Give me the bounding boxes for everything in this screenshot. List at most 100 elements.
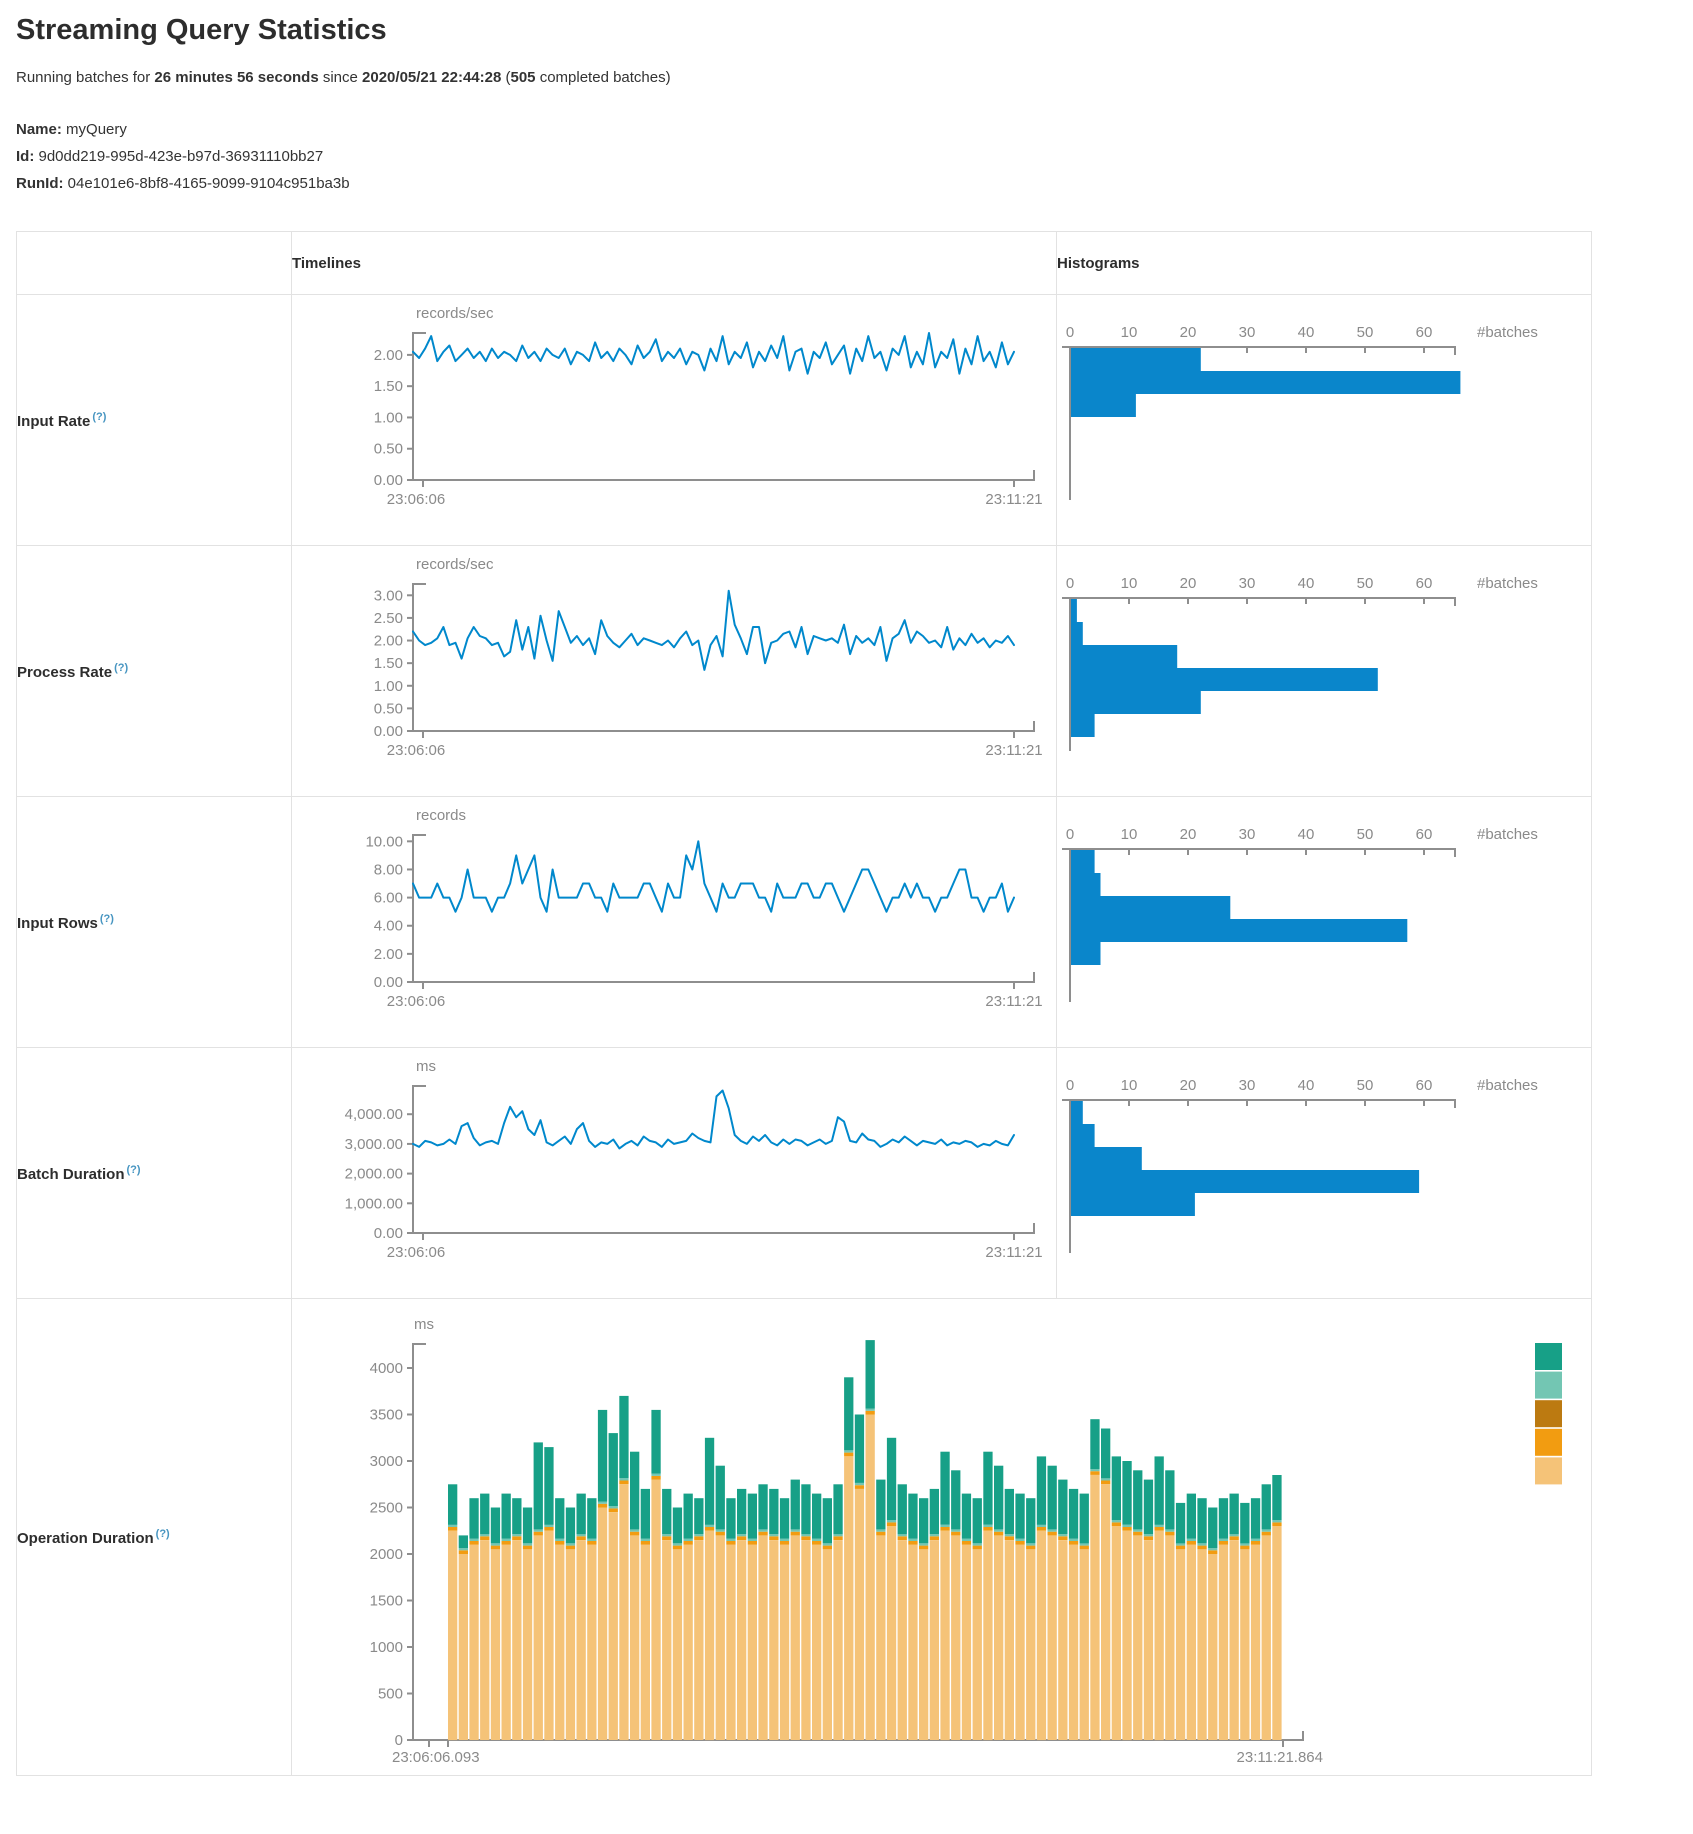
svg-text:23:11:21: 23:11:21 [985, 1244, 1042, 1261]
svg-text:30: 30 [1239, 1077, 1256, 1094]
svg-text:ms: ms [416, 1058, 436, 1075]
process-rate-histogram-chart: 0102030405060#batches [1057, 546, 1591, 796]
svg-text:0: 0 [1066, 324, 1074, 341]
svg-text:3,000.00: 3,000.00 [345, 1136, 403, 1153]
row-label-batch-duration: Batch Duration(?) [17, 1048, 292, 1299]
svg-text:2.00: 2.00 [374, 633, 403, 650]
svg-text:#batches: #batches [1477, 1077, 1538, 1094]
svg-text:23:06:06: 23:06:06 [387, 491, 445, 508]
batch-duration-histogram-cell: 0102030405060#batches [1057, 1048, 1592, 1299]
query-id-value: 9d0dd219-995d-423e-b97d-36931110bb27 [39, 148, 324, 165]
svg-text:1,000.00: 1,000.00 [345, 1195, 403, 1212]
svg-text:2,000.00: 2,000.00 [345, 1166, 403, 1183]
svg-text:0.00: 0.00 [374, 1225, 403, 1242]
svg-text:4.00: 4.00 [374, 918, 403, 935]
statistics-table: Timelines Histograms Input Rate(?) recor… [16, 231, 1592, 1776]
svg-text:23:06:06: 23:06:06 [387, 993, 445, 1010]
summary-batch-count: 505 [511, 69, 536, 86]
svg-text:3.00: 3.00 [374, 587, 403, 604]
running-summary: Running batches for 26 minutes 56 second… [16, 69, 1693, 86]
svg-text:20: 20 [1180, 1077, 1197, 1094]
svg-text:1500: 1500 [370, 1593, 403, 1610]
svg-text:10: 10 [1121, 826, 1138, 843]
svg-text:23:11:21.864: 23:11:21.864 [1237, 1749, 1323, 1766]
svg-text:23:11:21: 23:11:21 [985, 742, 1042, 759]
operation-duration-help-icon[interactable]: (?) [156, 1528, 170, 1540]
svg-text:2000: 2000 [370, 1546, 403, 1563]
summary-prefix: Running batches for [16, 69, 154, 86]
table-row-operation-duration: Operation Duration(?) ms0500100015002000… [17, 1299, 1592, 1776]
input-rate-histogram-chart: 0102030405060#batches [1057, 295, 1591, 545]
process-rate-help-icon[interactable]: (?) [114, 662, 128, 674]
svg-text:6.00: 6.00 [374, 890, 403, 907]
input-rows-histogram-chart: 0102030405060#batches [1057, 797, 1591, 1047]
table-header-row: Timelines Histograms [17, 232, 1592, 295]
svg-text:0: 0 [395, 1732, 403, 1749]
svg-text:50: 50 [1357, 575, 1374, 592]
table-row-batch-duration: Batch Duration(?) ms 4,000.00 3,000.00 2,00… [17, 1048, 1592, 1299]
row-label-input-rate: Input Rate(?) [17, 295, 292, 546]
svg-text:1.00: 1.00 [374, 409, 403, 426]
svg-text:8.00: 8.00 [374, 861, 403, 878]
svg-text:20: 20 [1180, 575, 1197, 592]
header-timelines: Timelines [292, 232, 1057, 295]
summary-duration: 26 minutes 56 seconds [154, 69, 318, 86]
svg-text:60: 60 [1416, 826, 1433, 843]
row-label-input-rows: Input Rows(?) [17, 797, 292, 1048]
svg-text:2.50: 2.50 [374, 610, 403, 627]
svg-text:23:06:06: 23:06:06 [387, 1244, 445, 1261]
svg-text:1.50: 1.50 [374, 655, 403, 672]
svg-text:1000: 1000 [370, 1639, 403, 1656]
operation-duration-stacked-chart: ms0500100015002000250030003500400023:06:… [292, 1299, 1591, 1775]
input-rate-help-icon[interactable]: (?) [92, 411, 106, 423]
svg-text:0.00: 0.00 [374, 974, 403, 991]
svg-text:30: 30 [1239, 575, 1256, 592]
batch-duration-histogram-chart: 0102030405060#batches [1057, 1048, 1591, 1298]
process-rate-timeline-chart: records/sec3.002.502.001.501.000.500.002… [292, 546, 1056, 796]
svg-text:2.00: 2.00 [374, 946, 403, 963]
svg-text:60: 60 [1416, 1077, 1433, 1094]
svg-text:40: 40 [1298, 826, 1315, 843]
svg-text:23:11:21: 23:11:21 [985, 993, 1042, 1010]
row-label-process-rate: Process Rate(?) [17, 546, 292, 797]
svg-text:50: 50 [1357, 1077, 1374, 1094]
svg-text:40: 40 [1298, 324, 1315, 341]
svg-text:#batches: #batches [1477, 324, 1538, 341]
input-rows-histogram-cell: 0102030405060#batches [1057, 797, 1592, 1048]
row-label-operation-duration: Operation Duration(?) [17, 1299, 292, 1776]
input-rows-timeline-chart: records10.008.006.004.002.000.0023:06:06… [292, 797, 1056, 1047]
svg-text:0.50: 0.50 [374, 700, 403, 717]
svg-text:23:06:06: 23:06:06 [387, 742, 445, 759]
input-rate-timeline-chart: records/sec2.001.501.000.500.0023:06:062… [292, 295, 1056, 545]
header-empty-cell [17, 232, 292, 295]
svg-text:40: 40 [1298, 1077, 1315, 1094]
svg-text:0: 0 [1066, 1077, 1074, 1094]
streaming-query-statistics-page: Streaming Query Statistics Running batch… [0, 14, 1693, 1776]
batch-duration-help-icon[interactable]: (?) [127, 1164, 141, 1176]
input-rate-timeline-cell: records/sec2.001.501.000.500.0023:06:062… [292, 295, 1057, 546]
svg-text:30: 30 [1239, 826, 1256, 843]
svg-text:2500: 2500 [370, 1500, 403, 1517]
svg-text:4000: 4000 [370, 1360, 403, 1377]
input-rows-help-icon[interactable]: (?) [100, 913, 114, 925]
query-id-label: Id: [16, 148, 34, 165]
svg-text:2.00: 2.00 [374, 347, 403, 364]
svg-text:0.50: 0.50 [374, 441, 403, 458]
svg-text:50: 50 [1357, 324, 1374, 341]
svg-text:0.00: 0.00 [374, 472, 403, 489]
query-name-row: Name: myQuery [16, 116, 1693, 143]
svg-text:0.00: 0.00 [374, 723, 403, 740]
query-runid-row: RunId: 04e101e6-8bf8-4165-9099-9104c951b… [16, 170, 1693, 197]
summary-start-time: 2020/05/21 22:44:28 [362, 69, 501, 86]
query-name-value: myQuery [66, 121, 127, 138]
svg-text:4,000.00: 4,000.00 [345, 1106, 403, 1123]
svg-text:records/sec: records/sec [416, 556, 494, 573]
batch-duration-timeline-chart: ms 4,000.00 3,000.00 2,000.00 1,000.00 0.00 23… [292, 1048, 1056, 1298]
query-id-row: Id: 9d0dd219-995d-423e-b97d-36931110bb27 [16, 143, 1693, 170]
operation-duration-chart-cell: ms0500100015002000250030003500400023:06:… [292, 1299, 1592, 1776]
page-title: Streaming Query Statistics [16, 14, 1693, 47]
svg-text:records/sec: records/sec [416, 305, 494, 322]
svg-text:0: 0 [1066, 826, 1074, 843]
svg-text:60: 60 [1416, 324, 1433, 341]
process-rate-timeline-cell: records/sec3.002.502.001.501.000.500.002… [292, 546, 1057, 797]
